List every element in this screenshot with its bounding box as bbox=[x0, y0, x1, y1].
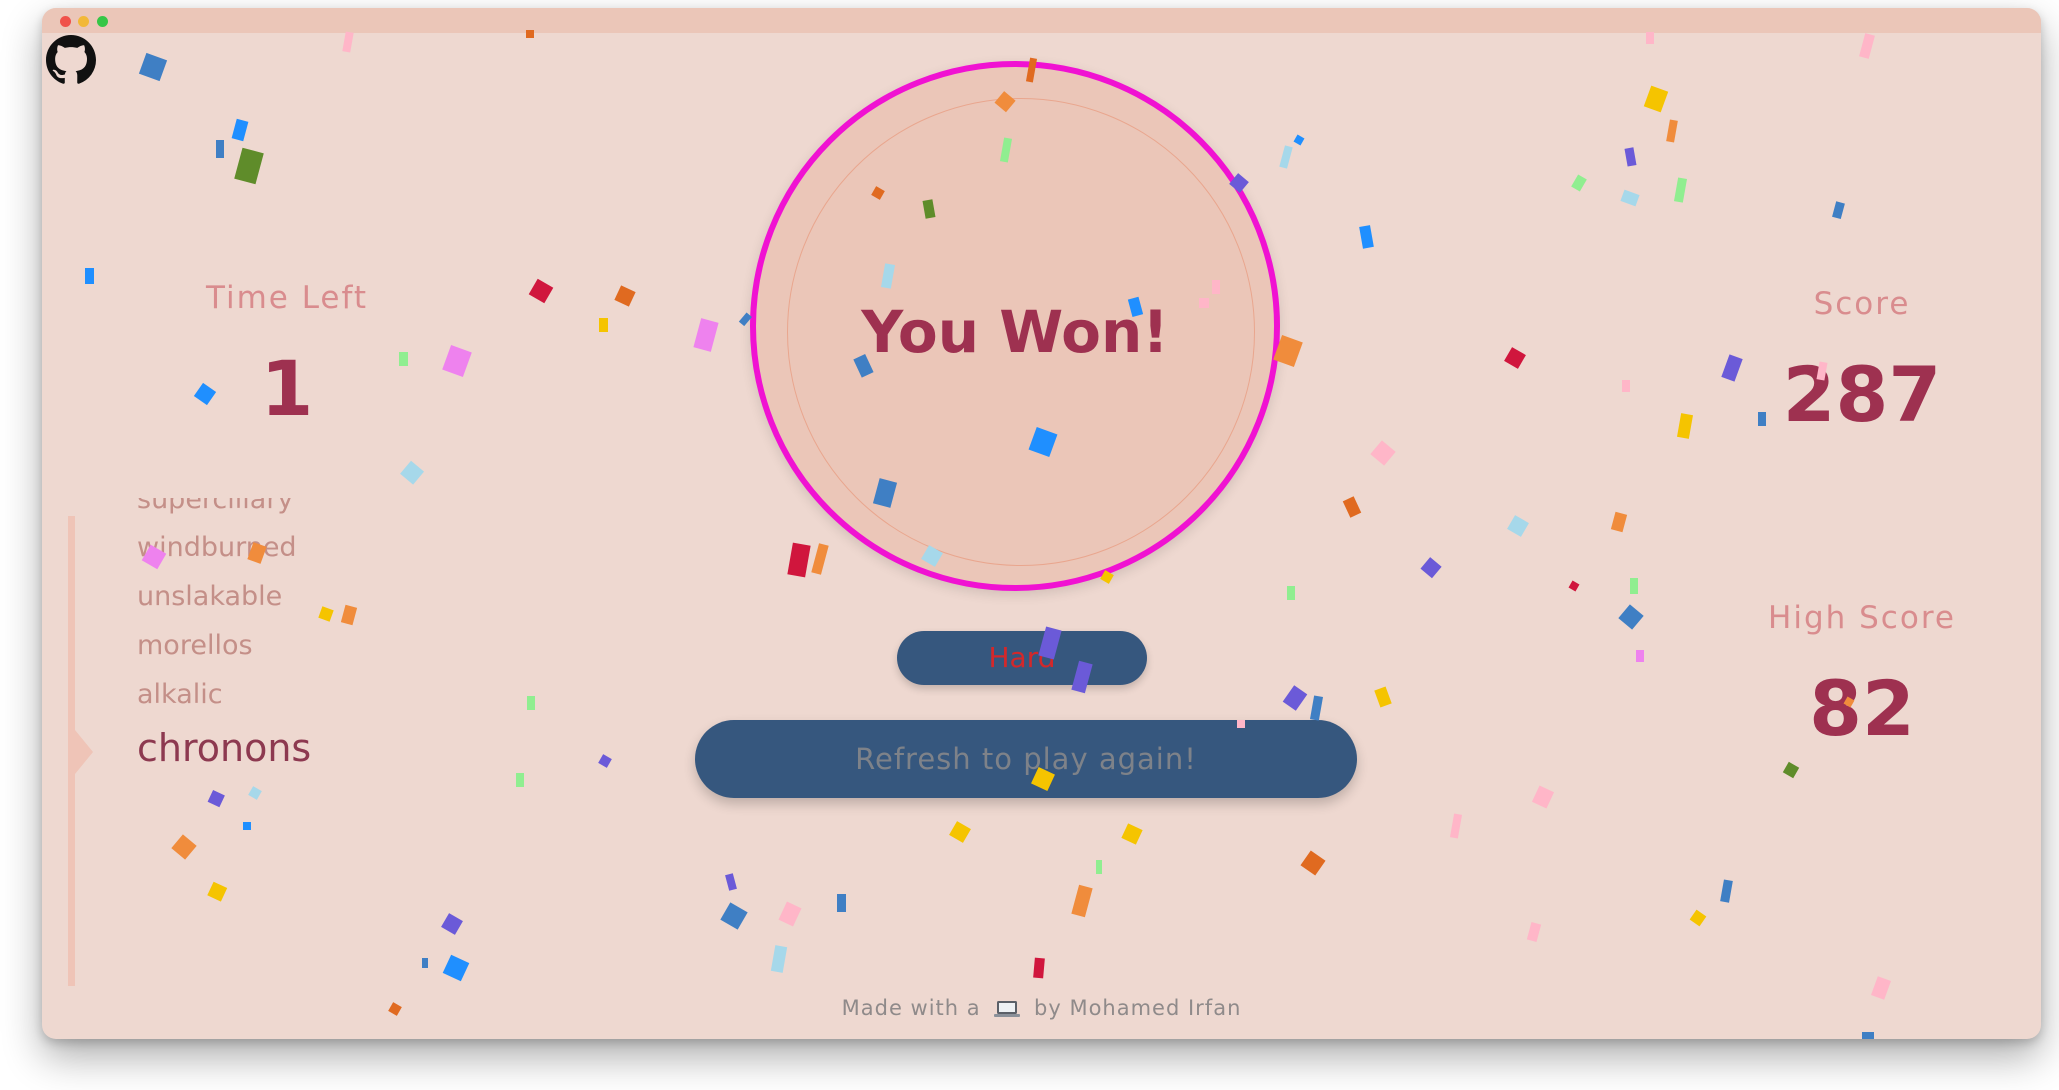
confetti-piece bbox=[1782, 761, 1800, 779]
footer-author: by Mohamed Irfan bbox=[1034, 996, 1242, 1020]
confetti-piece bbox=[231, 118, 249, 142]
confetti-piece bbox=[207, 881, 228, 902]
github-icon[interactable] bbox=[46, 35, 96, 85]
confetti-piece bbox=[1571, 174, 1587, 192]
confetti-piece bbox=[138, 52, 168, 82]
confetti-piece bbox=[811, 543, 829, 575]
confetti-piece bbox=[400, 460, 425, 485]
confetti-piece bbox=[234, 147, 264, 185]
confetti-piece bbox=[778, 901, 802, 927]
score-value: 287 bbox=[1782, 350, 1942, 439]
confetti-piece bbox=[422, 958, 428, 968]
footer: Made with a by Mohamed Irfan bbox=[42, 996, 2041, 1020]
confetti-piece bbox=[527, 696, 535, 710]
confetti-piece bbox=[442, 345, 472, 377]
confetti-piece bbox=[1504, 347, 1526, 369]
confetti-piece bbox=[770, 945, 788, 973]
list-item: superciliary bbox=[137, 498, 294, 515]
confetti-piece bbox=[1033, 957, 1045, 979]
confetti-piece bbox=[516, 773, 524, 787]
confetti-piece bbox=[1071, 884, 1093, 918]
confetti-piece bbox=[1359, 225, 1374, 249]
confetti-piece bbox=[1862, 1032, 1874, 1039]
confetti-piece bbox=[1636, 650, 1644, 662]
high-score-label: High Score bbox=[1768, 600, 1956, 636]
confetti-piece bbox=[1610, 511, 1628, 533]
confetti-piece bbox=[599, 318, 608, 332]
high-score-value: 82 bbox=[1809, 664, 1915, 753]
confetti-piece bbox=[1420, 557, 1442, 579]
confetti-piece bbox=[1282, 685, 1308, 711]
confetti-piece bbox=[1720, 879, 1733, 903]
maximize-window-button[interactable] bbox=[97, 16, 108, 27]
score-label: Score bbox=[1813, 286, 1911, 322]
confetti-piece bbox=[1309, 695, 1324, 721]
time-left-label: Time Left bbox=[205, 280, 369, 316]
laptop-icon bbox=[994, 1001, 1021, 1017]
current-word-pointer bbox=[75, 730, 93, 774]
confetti-piece bbox=[1689, 909, 1707, 927]
refresh-button[interactable]: Refresh to play again! bbox=[695, 720, 1357, 798]
confetti-piece bbox=[787, 542, 811, 578]
confetti-piece bbox=[1342, 496, 1362, 518]
confetti-piece bbox=[1859, 33, 1875, 59]
difficulty-button[interactable]: Hard bbox=[897, 631, 1147, 685]
confetti-piece bbox=[693, 318, 719, 352]
word-list-rail bbox=[68, 516, 75, 986]
confetti-piece bbox=[1618, 604, 1644, 630]
confetti-piece bbox=[1666, 119, 1678, 143]
result-text: You Won! bbox=[861, 298, 1169, 366]
list-item: unslakable bbox=[137, 581, 283, 612]
list-item: morellos bbox=[137, 630, 253, 661]
confetti-piece bbox=[528, 278, 554, 304]
confetti-piece bbox=[837, 894, 846, 912]
confetti-piece bbox=[949, 821, 971, 843]
confetti-piece bbox=[1293, 134, 1305, 146]
confetti-piece bbox=[441, 913, 463, 935]
confetti-piece bbox=[1507, 515, 1529, 537]
confetti-piece bbox=[1374, 686, 1392, 708]
confetti-piece bbox=[1832, 201, 1845, 220]
confetti-piece bbox=[216, 140, 224, 158]
confetti-piece bbox=[1526, 922, 1542, 942]
title-bar bbox=[42, 8, 2041, 33]
confetti-piece bbox=[85, 268, 94, 284]
list-item: windburned bbox=[137, 532, 297, 563]
confetti-piece bbox=[725, 873, 737, 891]
confetti-piece bbox=[171, 834, 197, 860]
confetti-piece bbox=[720, 902, 748, 930]
confetti-piece bbox=[1673, 177, 1688, 203]
confetti-piece bbox=[1449, 813, 1463, 839]
confetti-piece bbox=[1531, 785, 1555, 809]
confetti-piece bbox=[1622, 380, 1630, 392]
confetti-piece bbox=[1121, 823, 1143, 845]
confetti-piece bbox=[1620, 189, 1640, 207]
confetti-piece bbox=[1370, 440, 1396, 466]
confetti-piece bbox=[614, 285, 636, 307]
confetti-piece bbox=[342, 31, 354, 53]
confetti-piece bbox=[598, 754, 612, 768]
confetti-piece bbox=[1300, 850, 1326, 876]
confetti-piece bbox=[1287, 586, 1295, 600]
close-window-button[interactable] bbox=[60, 16, 71, 27]
minimize-window-button[interactable] bbox=[78, 16, 89, 27]
app-window: Time Left 1 Score 287 High Score 82 supe… bbox=[42, 8, 2041, 1039]
footer-prefix: Made with a bbox=[841, 996, 981, 1020]
time-left-value: 1 bbox=[260, 344, 314, 433]
confetti-piece bbox=[1643, 85, 1669, 113]
confetti-piece bbox=[1646, 32, 1654, 44]
current-word: chronons bbox=[137, 726, 312, 770]
confetti-piece bbox=[1630, 578, 1638, 594]
confetti-piece bbox=[1624, 147, 1637, 167]
list-item: alkalic bbox=[137, 679, 223, 710]
word-list: superciliary windburned unslakable morel… bbox=[137, 498, 497, 828]
confetti-piece bbox=[442, 954, 470, 982]
confetti-piece bbox=[1568, 580, 1580, 592]
confetti-piece bbox=[1279, 145, 1293, 169]
confetti-piece bbox=[1096, 860, 1102, 874]
